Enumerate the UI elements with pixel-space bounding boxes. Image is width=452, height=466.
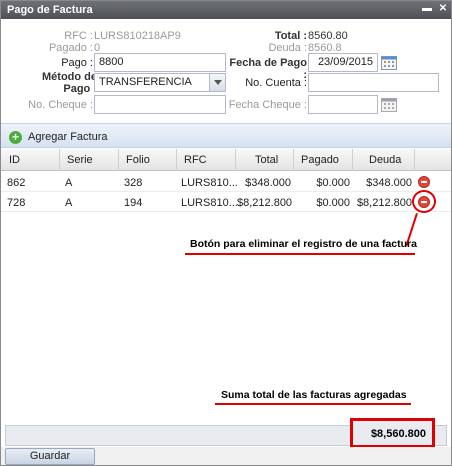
rfc-value: LURS810218AP9 [94, 30, 181, 42]
cell-rfc: LURS810... [181, 197, 238, 209]
save-button[interactable]: Guardar [5, 448, 95, 465]
column-divider [176, 149, 177, 171]
cell-total: $8,212.800 [237, 197, 293, 209]
cell-deuda: $348.000 [366, 177, 412, 189]
sum-annotation-text: Suma total de las facturas agregadas [221, 389, 407, 401]
cell-serie: A [65, 177, 73, 189]
add-invoice-label: Agregar Factura [28, 131, 108, 143]
column-header-id[interactable]: ID [9, 154, 20, 166]
column-header-pagado[interactable]: Pagado [301, 154, 339, 166]
pago-input[interactable]: 8800 [94, 53, 226, 72]
total-label: Total : [274, 30, 307, 42]
fecha-pago-input[interactable]: 23/09/2015 [308, 53, 378, 72]
cell-rfc: LURS810... [181, 177, 238, 189]
table-row[interactable]: 862 A 328 LURS810... $348.000 $0.000 $34… [1, 172, 451, 192]
metodo-pago-value: TRANSFERENCIA [99, 76, 192, 88]
fecha-cheque-input[interactable] [308, 95, 378, 114]
no-cuenta-input[interactable] [308, 73, 439, 92]
close-icon[interactable]: ✕ [437, 3, 449, 15]
grid-toolbar: + Agregar Factura [1, 123, 451, 148]
cell-serie: A [65, 197, 73, 209]
column-header-serie[interactable]: Serie [67, 154, 93, 166]
column-divider [59, 149, 60, 171]
pago-label: Pago : [61, 57, 93, 69]
no-cuenta-label: No. Cuenta : [245, 77, 307, 89]
column-divider [352, 149, 353, 171]
grand-total-value: $8,560.800 [370, 428, 426, 440]
fecha-cheque-label: Fecha Cheque : [228, 99, 307, 111]
column-header-rfc[interactable]: RFC [184, 154, 207, 166]
rfc-label: RFC : [64, 30, 93, 42]
cell-pagado: $0.000 [316, 197, 350, 209]
sum-annotation-underline [215, 403, 411, 405]
add-invoice-button[interactable]: + Agregar Factura [9, 129, 107, 145]
deuda-label: Deuda : [268, 42, 307, 54]
payment-form: RFC : LURS810218AP9 Total : 8560.80 Paga… [1, 19, 451, 123]
delete-annotation-ring [412, 190, 436, 213]
delete-row-icon[interactable] [418, 176, 430, 188]
cell-deuda: $8,212.800 [356, 197, 412, 209]
column-divider [235, 149, 236, 171]
no-cheque-label: No. Cheque : [28, 99, 93, 111]
cell-folio: 194 [124, 197, 143, 209]
metodo-pago-select[interactable]: TRANSFERENCIA [94, 73, 226, 92]
metodo-label-line1: Método de [42, 71, 97, 83]
column-header-total[interactable]: Total [255, 154, 278, 166]
cell-total: $348.000 [245, 177, 291, 189]
calendar-icon[interactable] [381, 98, 397, 112]
delete-annotation-underline [185, 253, 415, 255]
column-header-deuda[interactable]: Deuda [369, 154, 401, 166]
cell-folio: 328 [124, 177, 143, 189]
minimize-icon[interactable]: ▬ [421, 3, 433, 15]
window-footer: Guardar [1, 447, 451, 465]
pago-input-value: 8800 [99, 56, 124, 68]
calendar-icon[interactable] [381, 56, 397, 70]
window-titlebar: Pago de Factura ▬ ✕ [1, 1, 451, 19]
add-icon: + [9, 130, 22, 144]
grid-header: ID Serie Folio RFC Total Pagado Deuda [1, 149, 451, 171]
window-title: Pago de Factura [7, 4, 93, 16]
column-divider [414, 149, 415, 171]
cell-pagado: $0.000 [316, 177, 350, 189]
metodo-label: Método de Pago : [31, 71, 97, 95]
column-header-folio[interactable]: Folio [126, 154, 150, 166]
grand-total-box: $8,560.800 [350, 418, 435, 448]
total-value: 8560.80 [308, 30, 348, 42]
table-row[interactable]: 728 A 194 LURS810... $8,212.800 $0.000 $… [1, 192, 451, 212]
pagado-label: Pagado : [48, 42, 93, 54]
column-divider [118, 149, 119, 171]
no-cheque-input[interactable] [94, 95, 226, 114]
delete-annotation-text: Botón para eliminar el registro de una f… [190, 238, 417, 250]
cell-id: 728 [7, 197, 26, 209]
payment-window: Pago de Factura ▬ ✕ RFC : LURS810218AP9 … [0, 0, 452, 466]
metodo-label-line2: Pago : [63, 83, 97, 95]
column-divider [293, 149, 294, 171]
fecha-pago-input-value: 23/09/2015 [317, 56, 373, 68]
cell-id: 862 [7, 177, 26, 189]
